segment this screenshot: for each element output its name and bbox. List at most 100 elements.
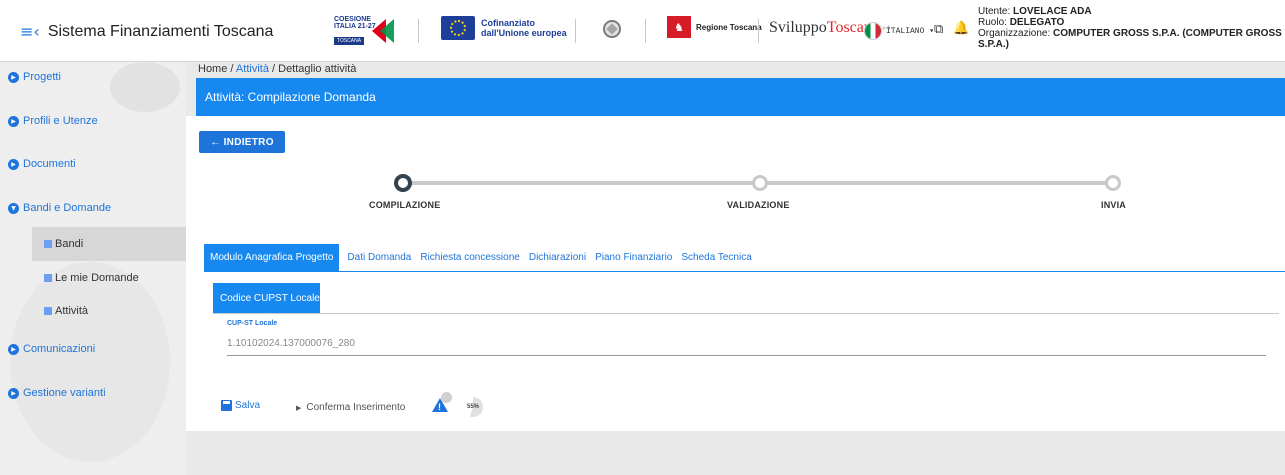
step-validazione-circle <box>752 175 768 191</box>
cupst-field-value[interactable]: 1.10102024.137000076_280 <box>227 338 355 349</box>
sidebar-subitem-mie-domande[interactable]: Le mie Domande <box>32 261 186 295</box>
stepper-connector <box>408 181 761 185</box>
save-button[interactable]: Salva <box>221 400 260 411</box>
background-area <box>186 431 1285 475</box>
sidebar-subitem-label: Le mie Domande <box>55 272 139 284</box>
sidebar-subitem-label: Bandi <box>55 238 84 250</box>
step-label-invia: INVIA <box>1101 200 1127 210</box>
coesione-logo-tag: TOSCANA <box>334 37 365 45</box>
tab-scheda-tecnica[interactable]: Scheda Tecnica <box>681 252 751 263</box>
regione-toscana-logo: ♞ Regione Toscana <box>667 16 762 38</box>
tab-dati-domanda[interactable]: Dati Domanda <box>347 252 411 263</box>
language-selector[interactable]: ITALIANO ▾ <box>864 22 934 40</box>
page-title: Attività: Compilazione Domanda <box>196 78 1285 116</box>
cupst-field-label: CUP-ST Locale <box>227 320 278 327</box>
tab-richiesta-concessione[interactable]: Richiesta concessione <box>420 252 520 263</box>
breadcrumb: Home / Attività / Dettaglio attività <box>198 63 356 75</box>
breadcrumb-current: Dettaglio attività <box>278 63 357 75</box>
chevron-down-icon: ▼ <box>8 202 19 214</box>
save-label: Salva <box>235 400 261 411</box>
sidebar-item-label: Bandi e Domande <box>23 202 112 214</box>
regione-logo-text: Regione Toscana <box>696 22 762 32</box>
sidebar-item-label: Documenti <box>23 158 76 170</box>
sidebar-item-progetti[interactable]: ▶ Progetti <box>8 71 61 83</box>
menu-toggle-icon[interactable]: ≡‹ <box>20 22 40 41</box>
cupst-field-underline <box>227 355 1266 356</box>
sidebar-item-documenti[interactable]: ▶ Documenti <box>8 158 76 170</box>
user-name: LOVELACE ADA <box>1013 6 1092 17</box>
sidebar-decoration <box>110 62 180 112</box>
form-tabs: Modulo Anagrafica Progetto Dati Domanda … <box>204 243 761 272</box>
sidebar-subitem-bandi[interactable]: Bandi <box>32 227 186 261</box>
main-panel <box>186 116 1285 431</box>
subtab-codice-cupst[interactable]: Codice CUPST Locale <box>213 283 320 313</box>
sidebar-item-gestione-varianti[interactable]: ▶ Gestione varianti <box>8 387 106 399</box>
tab-dichiarazioni[interactable]: Dichiarazioni <box>529 252 586 263</box>
header-divider <box>418 19 419 43</box>
square-icon <box>44 307 52 315</box>
arrow-right-icon: ▶ <box>8 158 19 170</box>
sidebar-item-profili[interactable]: ▶ Profili e Utenze <box>8 115 98 127</box>
sidebar-subitem-label: Attività <box>55 305 89 317</box>
breadcrumb-separator: / <box>272 63 276 75</box>
pegasus-icon: ♞ <box>667 16 691 38</box>
chevron-down-icon: ▾ <box>924 27 935 36</box>
tabs-underline <box>204 271 1285 272</box>
sidebar-item-label: Gestione varianti <box>23 387 106 399</box>
arrow-right-icon: ▶ <box>8 387 19 399</box>
confirm-insert-button[interactable]: ▶ Conferma Inserimento <box>296 402 405 413</box>
coesione-logo-text: COESIONE ITALIA 21-27 <box>334 16 376 30</box>
app-title-text: Sistema Finanziamenti Toscana <box>47 22 274 40</box>
step-label-validazione: VALIDAZIONE <box>727 200 790 210</box>
role-label: Ruolo: <box>978 17 1007 28</box>
coesione-italia-logo: COESIONE ITALIA 21-27 TOSCANA <box>334 16 398 46</box>
floppy-disk-icon <box>221 400 232 411</box>
step-invia-circle <box>1105 175 1121 191</box>
header-divider <box>758 19 759 43</box>
tab-modulo-anagrafica[interactable]: Modulo Anagrafica Progetto <box>204 243 340 272</box>
subtab-divider <box>213 313 1279 314</box>
sidebar-item-comunicazioni[interactable]: ▶ Comunicazioni <box>8 343 95 355</box>
eu-cofinanced-logo: Cofinanziato dall'Unione europea <box>441 16 567 40</box>
eu-logo-text: Cofinanziato dall'Unione europea <box>481 18 567 38</box>
square-icon <box>44 274 52 282</box>
stepper-connector <box>767 181 1113 185</box>
arrow-right-icon: ▶ <box>8 71 19 83</box>
breadcrumb-home[interactable]: Home <box>198 63 227 75</box>
square-icon <box>44 240 52 248</box>
app-title[interactable]: ≡‹ Sistema Finanziamenti Toscana <box>20 22 273 41</box>
step-label-compilazione: COMPILAZIONE <box>369 200 441 210</box>
sidebar-subitem-attivita[interactable]: Attività <box>32 294 186 328</box>
warning-count-badge <box>441 392 452 403</box>
breadcrumb-separator: / <box>230 63 234 75</box>
windows-icon[interactable]: ⧉ <box>934 22 943 37</box>
caret-right-icon: ▶ <box>296 403 302 412</box>
tab-piano-finanziario[interactable]: Piano Finanziario <box>595 252 672 263</box>
warning-icon[interactable]: ! <box>432 392 454 414</box>
header-divider <box>575 19 576 43</box>
italian-republic-emblem <box>600 17 624 43</box>
sidebar-item-label: Profili e Utenze <box>23 115 98 127</box>
sidebar-item-label: Progetti <box>23 71 61 83</box>
user-label: Utente: <box>978 6 1011 17</box>
eu-flag-icon <box>441 16 475 40</box>
breadcrumb-link-attivita[interactable]: Attività <box>236 63 269 75</box>
role-value: DELEGATO <box>1009 17 1065 28</box>
completion-progress: 55% <box>463 397 483 417</box>
top-header: ≡‹ Sistema Finanziamenti Toscana COESION… <box>0 0 1285 62</box>
user-info: Utente: LOVELACE ADA Ruolo: DELEGATO Org… <box>978 6 1285 50</box>
back-button[interactable]: ← INDIETRO <box>199 131 285 153</box>
org-label: Organizzazione: <box>978 28 1051 39</box>
sviluppo-logo-part1: Sviluppo <box>769 19 827 36</box>
header-divider <box>645 19 646 43</box>
emblem-icon <box>600 17 624 43</box>
arrow-right-icon: ▶ <box>8 115 19 127</box>
sidebar-item-label: Comunicazioni <box>23 343 96 355</box>
progress-percent: 55% <box>466 404 479 410</box>
step-compilazione-circle <box>394 174 412 192</box>
bell-icon[interactable]: 🔔 <box>953 21 969 36</box>
arrow-right-icon: ▶ <box>8 343 19 355</box>
italy-flag-icon <box>864 22 882 40</box>
sidebar-item-bandi-domande[interactable]: ▼ Bandi e Domande <box>8 202 111 214</box>
confirm-label: Conferma Inserimento <box>306 402 406 413</box>
